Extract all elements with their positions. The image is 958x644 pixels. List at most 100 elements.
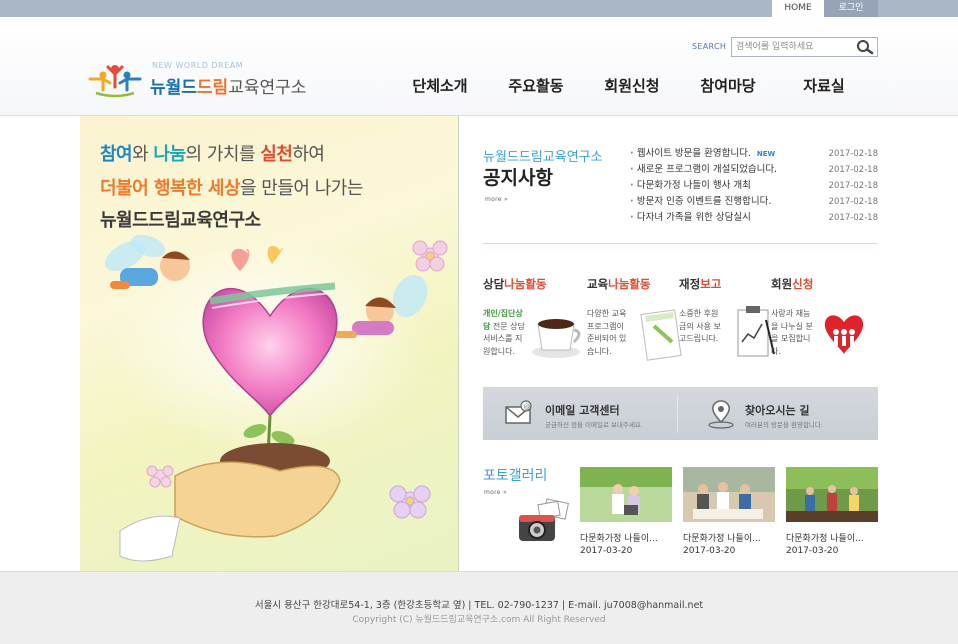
notice-item-title-text: 웹사이트 방문을 환영합니다. [636, 148, 751, 159]
search-label: SEARCH [692, 42, 727, 51]
card-title: 상담나눔활동 [483, 276, 547, 292]
hero-text: 하여 [292, 144, 325, 165]
card-title-accent: 나눔활동 [504, 277, 547, 291]
notice-item-date: 2017-02-18 [828, 197, 878, 207]
gallery-more-link[interactable]: more » [484, 489, 507, 496]
gallery-photo [786, 467, 878, 522]
site-header: NEW WORLD DREAM 뉴월드드림교육연구소 SEARCH 단체소개 주… [0, 17, 958, 116]
logo-title-part1: 뉴월드 [150, 78, 197, 98]
notice-item[interactable]: 다문화가정 나들이 행사 개최 2017-02-18 [630, 178, 878, 194]
contact-banner: @ 이메일 고객센터 궁금하신 점을 이메일로 보내주세요. 찾아오시는 길 여… [483, 387, 878, 440]
notice-item[interactable]: 새로운 프로그램이 개설되었습니다. 2017-02-18 [630, 162, 878, 178]
card-education[interactable]: 교육나눔활동 다양한 교육 프로그램이 준비되어 있습니다. [587, 276, 682, 366]
email-icon: @ [505, 400, 532, 424]
nav-item-participation[interactable]: 참여마당 [680, 75, 776, 101]
card-title-prefix: 재정 [679, 277, 701, 291]
login-link[interactable]: 로그인 [824, 0, 878, 17]
card-description-text: 전문 상담 서비스를 지원합니다. [483, 321, 525, 356]
home-link[interactable]: HOME [772, 0, 824, 17]
hero-word-practice: 실천 [260, 144, 293, 165]
notice-item-date: 2017-02-18 [828, 181, 878, 191]
card-description: 사랑과 재능을 나누실 분을 모집합니다. [771, 308, 815, 358]
card-counseling[interactable]: 상담나눔활동 개인/집단상담 전문 상담 서비스를 지원합니다. [483, 276, 581, 366]
search-input[interactable] [732, 38, 850, 56]
notice-item-title[interactable]: 다자녀 가족을 위한 상담실시 [630, 210, 751, 226]
hero-slogan-line1: 참여와 나눔의 가치를 실천하여 [100, 140, 325, 166]
search-button[interactable] [855, 39, 875, 55]
camera-icon [519, 498, 570, 541]
nav-item-resources[interactable]: 자료실 [776, 75, 872, 101]
top-bar: HOME 로그인 [0, 0, 958, 17]
card-title-prefix: 교육 [587, 277, 609, 291]
logo-title-part3: 교육연구소 [228, 78, 307, 98]
hero-text: 의 가치를 [185, 144, 261, 165]
card-title-prefix: 회원 [771, 277, 793, 291]
nav-item-about[interactable]: 단체소개 [392, 75, 488, 101]
notice-item-title[interactable]: 웹사이트 방문을 환영합니다. NEW [630, 146, 775, 162]
notice-item-title[interactable]: 방문자 인증 이벤트를 진행합니다. [630, 194, 771, 210]
flower-icon [412, 240, 448, 272]
card-finance-report[interactable]: 재정보고 소중한 후원금의 사용 보고드립니다. [679, 276, 775, 366]
card-title-accent: 나눔활동 [608, 277, 651, 291]
hero-word-happy-world: 더불어 행복한 세상 [100, 178, 241, 199]
notice-item-title[interactable]: 새로운 프로그램이 개설되었습니다. [630, 162, 777, 178]
email-center-subtitle: 궁금하신 점을 이메일로 보내주세요. [545, 421, 643, 429]
notice-list: 웹사이트 방문을 환영합니다. NEW 2017-02-18 새로운 프로그램이 개… [630, 146, 878, 226]
gallery-photo [683, 467, 775, 522]
email-center-title: 이메일 고객센터 [545, 404, 620, 417]
notice-title: 공지사항 [483, 167, 553, 189]
notice-item[interactable]: 방문자 인증 이벤트를 진행합니다. 2017-02-18 [630, 194, 878, 210]
logo-people-icon [88, 65, 142, 98]
hero-word-participation: 참여 [100, 144, 133, 165]
notice-item[interactable]: 다자녀 가족을 위한 상담실시 2017-02-18 [630, 210, 878, 226]
card-title-accent: 보고 [700, 277, 722, 291]
gallery-item[interactable]: 다문화가정 나들이... 2017-03-20 [786, 467, 878, 556]
gallery-item-date: 2017-03-20 [786, 546, 839, 556]
nav-item-activities[interactable]: 주요활동 [488, 75, 584, 101]
card-description: 소중한 후원금의 사용 보고드립니다. [679, 308, 723, 346]
notice-more-link[interactable]: more » [485, 196, 508, 203]
gallery-photo [580, 467, 672, 522]
search-box [731, 37, 878, 57]
card-title: 재정보고 [679, 276, 721, 292]
notice-item-title[interactable]: 다문화가정 나들이 행사 개최 [630, 178, 751, 194]
nav-item-membership[interactable]: 회원신청 [584, 75, 680, 101]
heart-people-icon [824, 315, 864, 354]
email-center-button[interactable]: @ 이메일 고객센터 궁금하신 점을 이메일로 보내주세요. [483, 387, 677, 440]
hero-slogan-line2: 더불어 행복한 세상을 만들어 나가는 [100, 174, 363, 200]
hero-illustration [105, 234, 448, 562]
gallery-item-caption: 다문화가정 나들이... [683, 534, 761, 544]
directions-title: 찾아오시는 길 [745, 404, 810, 417]
card-description: 개인/집단상담 전문 상담 서비스를 지원합니다. [483, 308, 527, 358]
card-membership[interactable]: 회원신청 사랑과 재능을 나누실 분을 모집합니다. [771, 276, 866, 366]
gallery-title: 포토갤러리 [483, 468, 548, 484]
site-footer: 서울시 용산구 한강대로54-1, 3층 (한강초등학교 옆) | TEL. 0… [0, 571, 958, 644]
footer-copyright: Copyright (C) 뉴월드드림교육연구소.com All Right R… [352, 615, 606, 625]
svg-text:@: @ [524, 403, 531, 411]
directions-button[interactable]: 찾아오시는 길 여러분의 방문을 환영합니다. [679, 387, 878, 440]
card-title: 교육나눔활동 [587, 276, 651, 292]
gallery-item[interactable]: 다문화가정 나들이... 2017-03-20 [580, 467, 672, 556]
hero-text: 와 [132, 144, 154, 165]
card-title: 회원신청 [771, 276, 813, 292]
search-icon [857, 40, 874, 55]
notice-item-date: 2017-02-18 [828, 213, 878, 223]
gallery-item[interactable]: 다문화가정 나들이... 2017-03-20 [683, 467, 775, 556]
hero-banner: 참여와 나눔의 가치를 실천하여 더불어 행복한 세상을 만들어 나가는 뉴월드… [80, 116, 459, 571]
site-logo[interactable]: NEW WORLD DREAM 뉴월드드림교육연구소 [86, 61, 326, 103]
new-badge: NEW [756, 150, 776, 158]
card-description-text: 사랑과 재능을 나누실 분을 모집합니다. [771, 309, 813, 356]
card-title-prefix: 상담 [483, 277, 505, 291]
fairy-boy-illustration [105, 234, 190, 289]
hero-text: 을 만들어 나가는 [240, 178, 363, 199]
gallery-item-caption: 다문화가정 나들이... [580, 534, 658, 544]
coffee-cup-icon [532, 319, 581, 358]
directions-subtitle: 여러분의 방문을 환영합니다. [745, 421, 823, 429]
gallery-item-date: 2017-03-20 [683, 546, 736, 556]
section-divider [483, 243, 878, 244]
footer-address: 서울시 용산구 한강대로54-1, 3층 (한강초등학교 옆) | TEL. 0… [254, 600, 704, 611]
map-pin-icon [708, 400, 734, 429]
gallery-item-caption: 다문화가정 나들이... [786, 534, 864, 544]
hero-word-sharing: 나눔 [153, 144, 186, 165]
notice-item[interactable]: 웹사이트 방문을 환영합니다. NEW 2017-02-18 [630, 146, 878, 162]
